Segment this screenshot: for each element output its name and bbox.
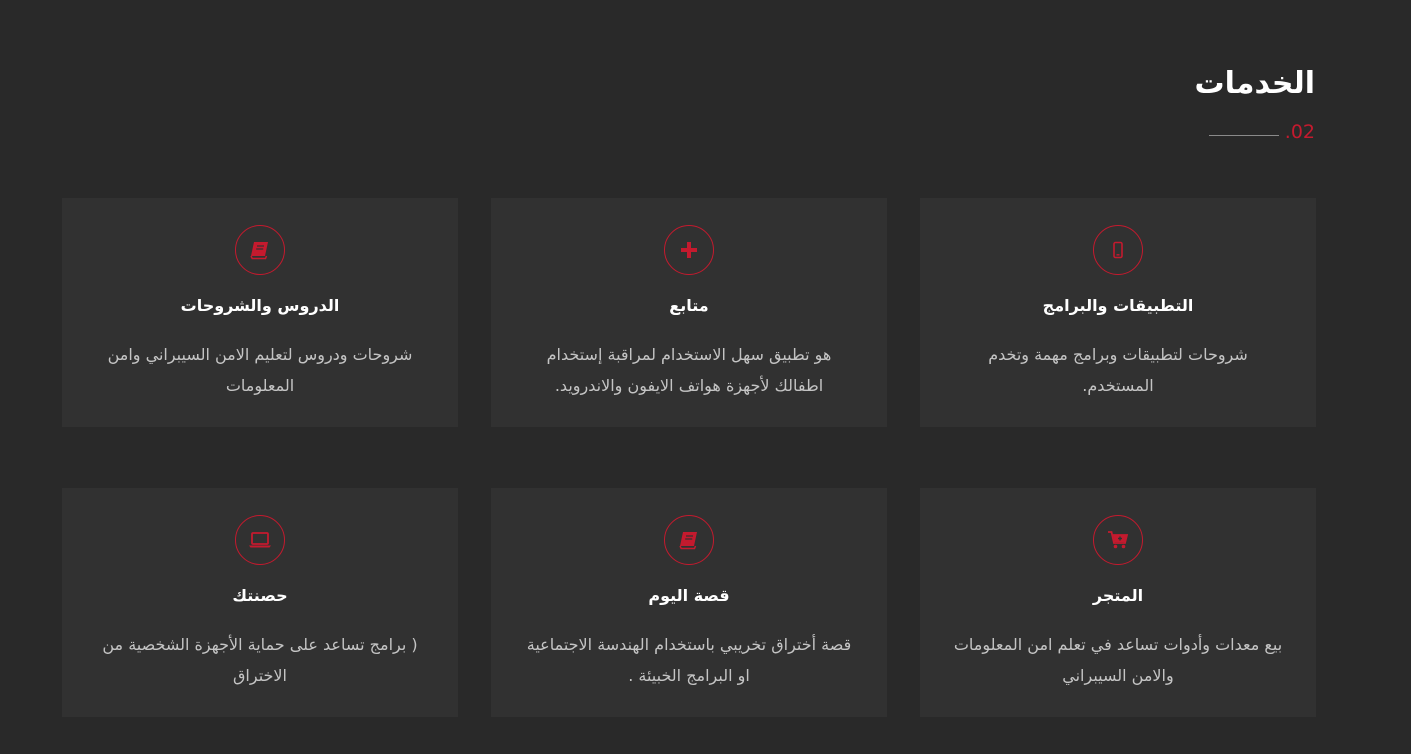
cart-icon: [1093, 515, 1143, 565]
service-card-story[interactable]: قصة اليوم قصة أختراق تخريبي باستخدام اله…: [491, 488, 887, 717]
service-title: المتجر: [1092, 586, 1144, 605]
service-card-store[interactable]: المتجر بيع معدات وأدوات تساعد في تعلم ام…: [920, 488, 1316, 717]
service-description: هو تطبيق سهل الاستخدام لمراقبة إستخدام ا…: [546, 345, 832, 395]
service-title: حصنتك: [232, 586, 288, 605]
service-description: شروحات ودروس لتعليم الامن السيبراني وامن…: [107, 345, 413, 395]
service-card-apps[interactable]: التطبيقات والبرامج شروحات لتطبيقات وبرام…: [920, 198, 1316, 427]
mobile-icon: [1093, 225, 1143, 275]
service-description: شروحات لتطبيقات وبرامج مهمة وتخدم المستخ…: [988, 345, 1248, 395]
service-title: التطبيقات والبرامج: [1042, 296, 1194, 315]
service-title: قصة اليوم: [648, 586, 730, 605]
service-card-lessons[interactable]: الدروس والشروحات شروحات ودروس لتعليم الا…: [62, 198, 458, 427]
services-section: الخدمات .02 التطبيقات والبرامج شروحات لت…: [0, 0, 1411, 754]
section-number-label: .02: [1284, 121, 1315, 143]
laptop-icon: [235, 515, 285, 565]
section-divider: [1208, 134, 1279, 136]
service-description: ( برامج تساعد على حماية الأجهزة الشخصية …: [102, 635, 418, 685]
service-card-monitor[interactable]: متابع هو تطبيق سهل الاستخدام لمراقبة إست…: [491, 198, 887, 427]
book-icon: [235, 225, 285, 275]
service-description: بيع معدات وأدوات تساعد في تعلم امن المعل…: [953, 635, 1283, 685]
service-description: قصة أختراق تخريبي باستخدام الهندسة الاجت…: [526, 635, 852, 685]
service-title: الدروس والشروحات: [180, 296, 340, 315]
book-icon: [664, 515, 714, 565]
plus-icon: [664, 225, 714, 275]
service-title: متابع: [669, 296, 709, 315]
section-number: .02: [1208, 120, 1315, 144]
section-title: الخدمات: [1194, 66, 1315, 101]
service-card-protect[interactable]: حصنتك ( برامج تساعد على حماية الأجهزة ال…: [62, 488, 458, 717]
